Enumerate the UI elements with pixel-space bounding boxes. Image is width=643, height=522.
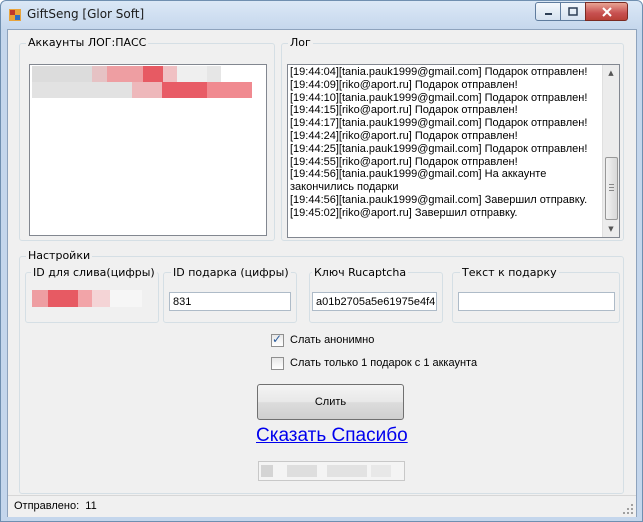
accounts-group-title: Аккаунты ЛОГ:ПАСС: [26, 36, 149, 49]
log-scrollbar[interactable]: ▲ ▼: [602, 65, 619, 237]
log-content: [19:44:04][tania.pauk1999@gmail.com] Под…: [288, 66, 602, 220]
one-gift-label[interactable]: Слать только 1 подарок с 1 аккаунта: [290, 357, 477, 369]
log-line: [19:44:56][tania.pauk1999@gmail.com] На …: [290, 168, 547, 181]
status-count: 11: [85, 500, 97, 512]
gift-id-box: ID подарка (цифры) 831: [163, 266, 297, 323]
status-sent: Отправлено: 11: [14, 500, 97, 512]
log-line: [19:44:09][riko@aport.ru] Подарок отправ…: [290, 78, 518, 91]
log-line: закончились подарки: [290, 181, 399, 194]
rucaptcha-label: Ключ Rucaptcha: [312, 266, 409, 279]
accounts-group: Аккаунты ЛОГ:ПАСС: [19, 36, 275, 241]
resize-grip-icon[interactable]: [622, 503, 634, 515]
maximize-button[interactable]: [560, 2, 586, 21]
log-line: [19:45:02][riko@aport.ru] Завершил отпра…: [290, 206, 518, 219]
status-label: Отправлено:: [14, 500, 80, 512]
minimize-icon: [544, 13, 552, 15]
one-gift-checkbox[interactable]: [271, 357, 284, 370]
app-window: GiftSeng [Glor Soft] Аккаунты ЛОГ:ПАСС Л…: [0, 0, 643, 522]
main-panel: Аккаунты ЛОГ:ПАСС Лог [19:44:04][tania.p…: [7, 29, 637, 517]
log-line: [19:44:10][tania.pauk1999@gmail.com] Под…: [290, 91, 588, 104]
anonymous-checkbox[interactable]: ✓: [271, 332, 284, 347]
rucaptcha-input[interactable]: a01b2705a5e61975e4f4: [312, 292, 437, 311]
log-line: [19:44:15][riko@aport.ru] Подарок отправ…: [290, 104, 518, 117]
id-drain-box: ID для слива(цифры): [25, 266, 159, 323]
close-icon: [601, 6, 612, 17]
log-line: [19:44:04][tania.pauk1999@gmail.com] Под…: [290, 66, 588, 78]
gift-text-label: Текст к подарку: [460, 266, 559, 279]
log-line: [19:44:24][riko@aport.ru] Подарок отправ…: [290, 129, 518, 142]
id-drain-label: ID для слива(цифры): [31, 266, 157, 279]
send-button[interactable]: Слить: [257, 384, 404, 420]
gift-id-input[interactable]: 831: [169, 292, 291, 311]
redacted-field: [258, 461, 405, 481]
close-button[interactable]: [585, 2, 628, 21]
maximize-icon: [568, 7, 578, 16]
log-group-title: Лог: [288, 36, 313, 49]
accounts-redacted: [32, 66, 252, 98]
gift-text-box: Текст к подарку: [452, 266, 620, 323]
accounts-list[interactable]: [29, 64, 267, 236]
id-drain-redacted[interactable]: [32, 290, 142, 307]
scroll-down-icon[interactable]: ▼: [603, 221, 619, 237]
thanks-link[interactable]: Сказать Спасибо: [256, 425, 408, 447]
settings-group-title: Настройки: [26, 249, 93, 262]
settings-group: Настройки ID для слива(цифры) ID подарка…: [19, 249, 624, 494]
anonymous-label[interactable]: Слать анонимно: [290, 334, 374, 346]
status-bar: Отправлено: 11: [8, 495, 636, 517]
title-bar[interactable]: GiftSeng [Glor Soft]: [1, 1, 642, 29]
log-line: [19:44:56][tania.pauk1999@gmail.com] Зав…: [290, 193, 588, 206]
log-textbox[interactable]: [19:44:04][tania.pauk1999@gmail.com] Под…: [287, 64, 620, 238]
minimize-button[interactable]: [535, 2, 561, 21]
app-icon: [9, 9, 21, 21]
log-group: Лог [19:44:04][tania.pauk1999@gmail.com]…: [281, 36, 624, 241]
window-title: GiftSeng [Glor Soft]: [27, 7, 145, 21]
gift-id-label: ID подарка (цифры): [171, 266, 291, 279]
log-line: [19:44:17][tania.pauk1999@gmail.com] Под…: [290, 117, 588, 130]
log-line: [19:44:25][tania.pauk1999@gmail.com] Под…: [290, 142, 588, 155]
checkmark-icon: ✓: [272, 332, 283, 346]
scroll-up-icon[interactable]: ▲: [603, 65, 619, 81]
log-line: [19:44:55][riko@aport.ru] Подарок отправ…: [290, 155, 518, 168]
scroll-thumb[interactable]: [605, 157, 618, 220]
gift-text-input[interactable]: [458, 292, 615, 311]
rucaptcha-box: Ключ Rucaptcha a01b2705a5e61975e4f4: [309, 266, 443, 323]
